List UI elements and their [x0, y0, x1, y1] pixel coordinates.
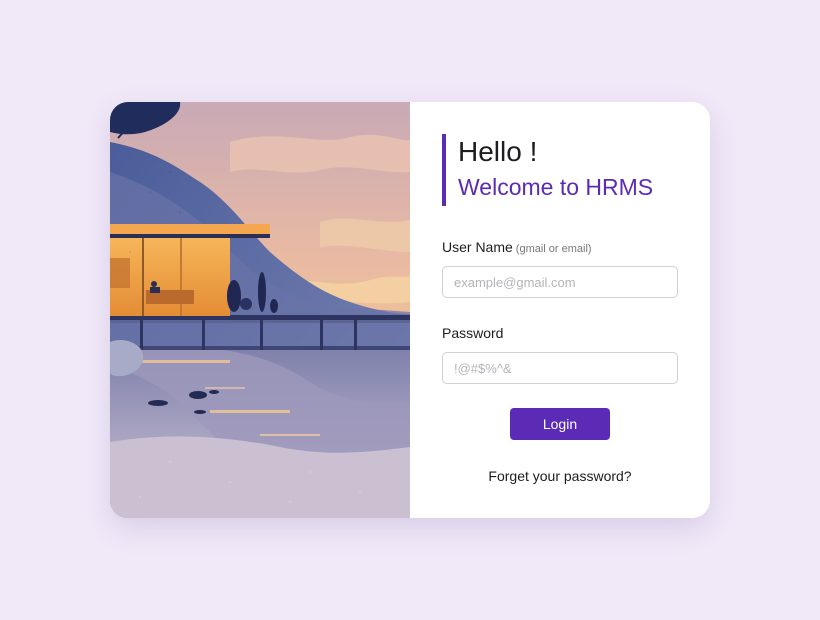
lake-house-illustration	[110, 102, 410, 518]
welcome-subtitle: Welcome to HRMS	[458, 174, 654, 200]
username-label-text: User Name	[442, 239, 513, 255]
password-label: Password	[442, 325, 504, 341]
username-label: User Name (gmail or email)	[442, 239, 592, 255]
password-input[interactable]	[442, 352, 678, 384]
heading-block: Hello ! Welcome to HRMS	[442, 134, 653, 206]
forgot-password-link[interactable]: Forget your password?	[410, 468, 710, 484]
username-input[interactable]	[442, 266, 678, 298]
login-button[interactable]: Login	[510, 408, 610, 440]
login-form: Hello ! Welcome to HRMS User Name (gmail …	[410, 102, 710, 518]
greeting-title: Hello !	[458, 136, 538, 167]
username-hint: (gmail or email)	[515, 243, 592, 255]
login-card: Hello ! Welcome to HRMS User Name (gmail …	[110, 102, 710, 518]
